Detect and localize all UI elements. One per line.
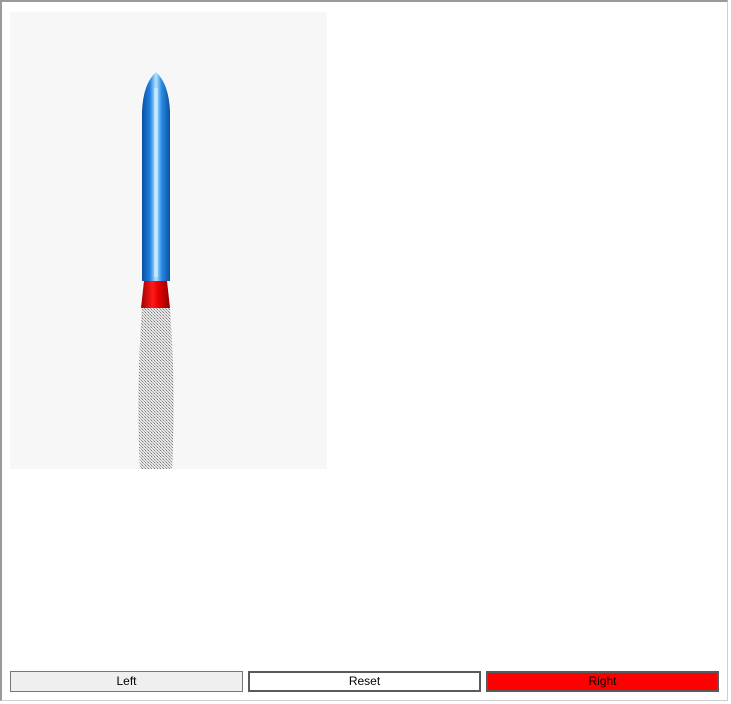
right-button[interactable]: Right	[486, 671, 719, 692]
left-button[interactable]: Left	[10, 671, 243, 692]
rocket-canvas	[10, 12, 327, 469]
rocket-scene	[138, 72, 174, 469]
rocket-body-highlight	[154, 88, 158, 277]
rocket-nozzle	[141, 281, 170, 308]
exhaust-plume	[138, 308, 174, 469]
reset-button[interactable]: Reset	[248, 671, 481, 692]
